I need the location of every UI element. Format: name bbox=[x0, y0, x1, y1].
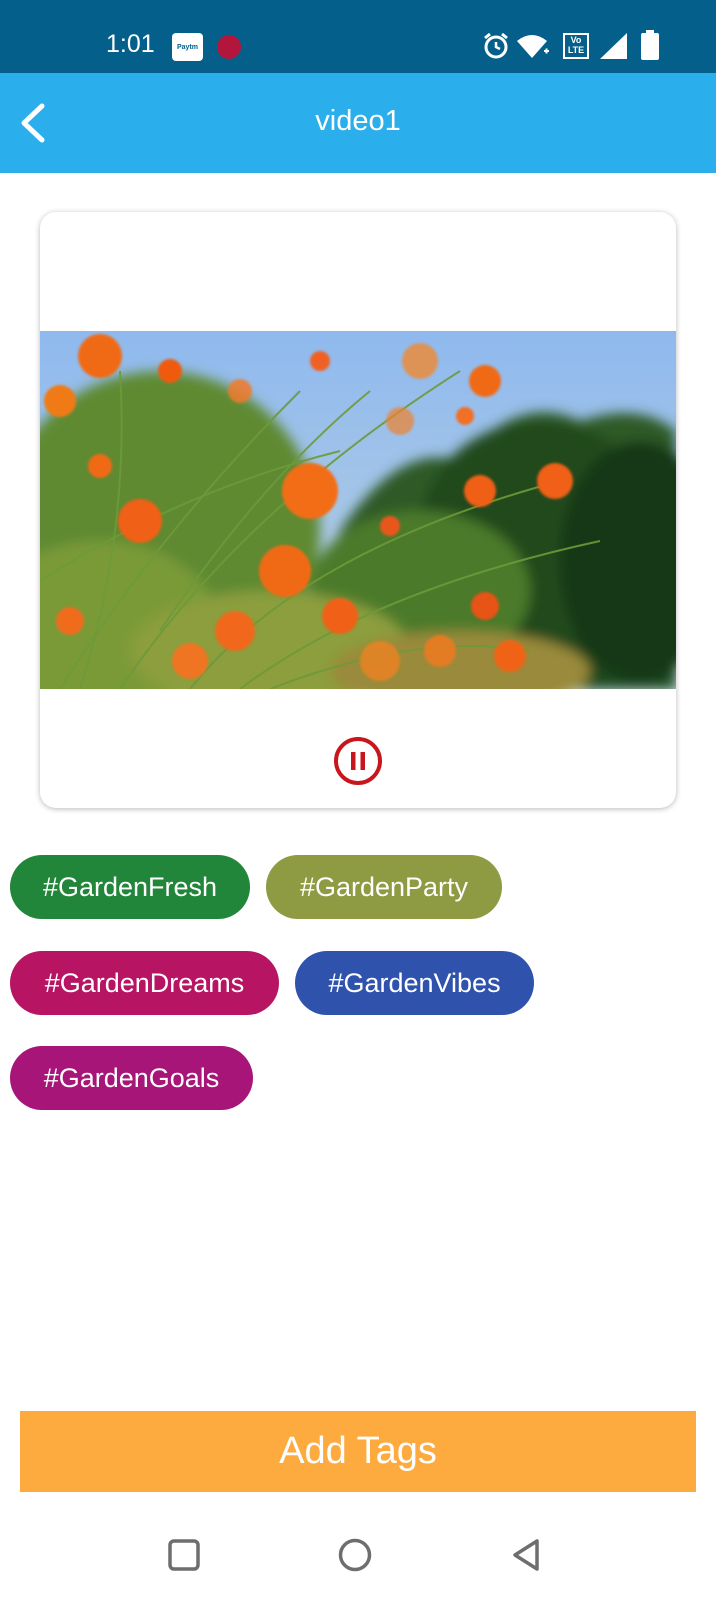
battery-icon bbox=[641, 30, 659, 60]
wifi-icon bbox=[517, 35, 549, 58]
tag-chip[interactable]: #GardenFresh bbox=[10, 855, 250, 919]
notification-dot-icon bbox=[217, 35, 241, 59]
paytm-label: Paytm bbox=[176, 43, 198, 51]
app-bar: video1 bbox=[0, 73, 716, 173]
paytm-icon: Paytm bbox=[172, 33, 203, 61]
volte-icon: Vo LTE bbox=[563, 33, 589, 59]
page-title: video1 bbox=[315, 105, 401, 137]
video-player[interactable] bbox=[40, 331, 676, 689]
alarm-icon bbox=[484, 32, 508, 59]
recents-square-icon[interactable] bbox=[164, 1535, 204, 1575]
status-bar: 1:01 Paytm Vo LTE bbox=[0, 0, 716, 73]
status-time: 1:01 bbox=[106, 30, 155, 58]
home-circle-icon[interactable] bbox=[335, 1535, 375, 1575]
system-nav-bar bbox=[0, 1500, 716, 1600]
tag-chip[interactable]: #GardenParty bbox=[266, 855, 502, 919]
signal-icon bbox=[600, 33, 627, 59]
tag-chip[interactable]: #GardenVibes bbox=[295, 951, 534, 1015]
add-tags-button[interactable]: Add Tags bbox=[20, 1411, 696, 1492]
back-triangle-icon[interactable] bbox=[507, 1535, 547, 1575]
video-card bbox=[40, 212, 676, 808]
pause-button[interactable] bbox=[332, 735, 384, 787]
volte-label: Vo LTE bbox=[567, 35, 585, 55]
tag-chip[interactable]: #GardenDreams bbox=[10, 951, 279, 1015]
tag-chip[interactable]: #GardenGoals bbox=[10, 1046, 253, 1110]
